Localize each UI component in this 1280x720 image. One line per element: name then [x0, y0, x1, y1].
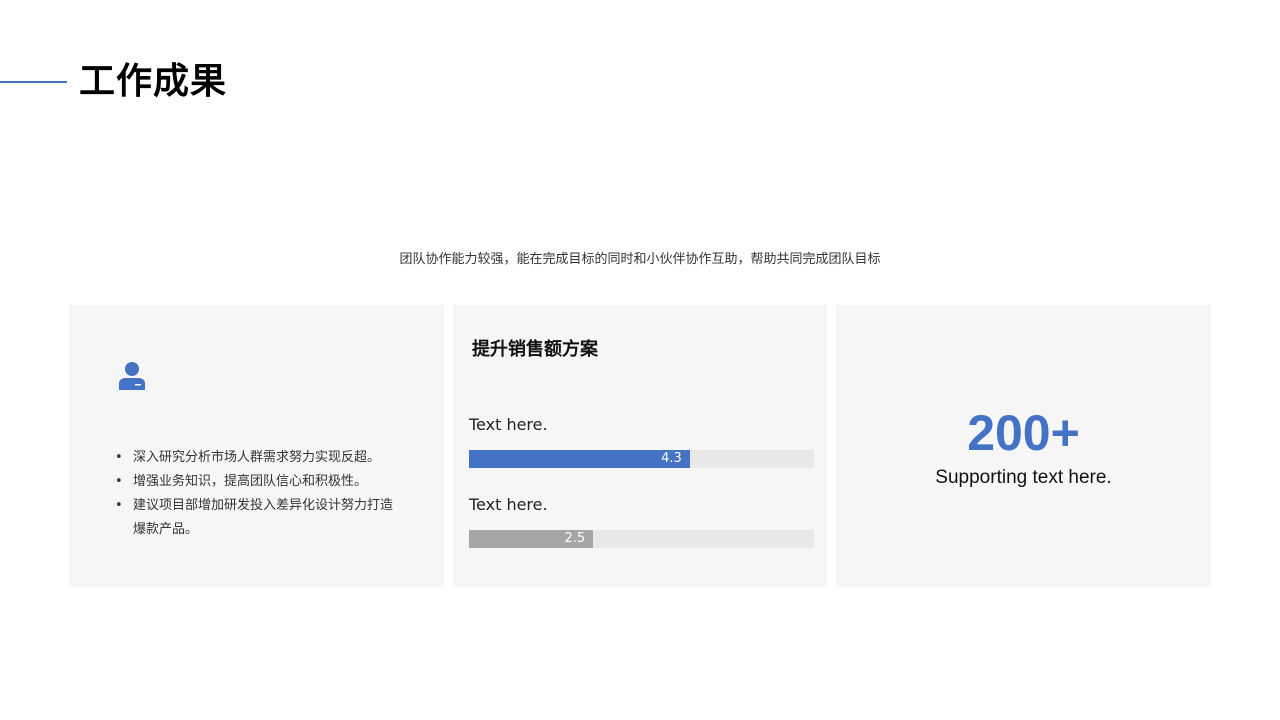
progress-value-2: 2.5	[564, 531, 586, 546]
list-item: 建议项目部增加研发投入差异化设计努力打造爆款产品。	[115, 494, 405, 542]
user-icon	[119, 362, 145, 390]
progress-fill-2: 2.5	[469, 530, 594, 548]
key-figure-supporting-text: Supporting text here.	[935, 467, 1112, 488]
key-figure-value: 200+	[967, 405, 1080, 461]
progress-track-2: 2.5	[469, 530, 814, 548]
list-item: 增强业务知识，提高团队信心和积极性。	[115, 470, 405, 494]
progress-track-1: 4.3	[469, 450, 814, 468]
highlights-list: 深入研究分析市场人群需求努力实现反超。 增强业务知识，提高团队信心和积极性。 建…	[115, 446, 405, 542]
page-subtitle: 团队协作能力较强，能在完成目标的同时和小伙伴协作互助，帮助共同完成团队目标	[399, 252, 881, 267]
card-highlights: 深入研究分析市场人群需求努力实现反超。 增强业务知识，提高团队信心和积极性。 建…	[69, 305, 444, 587]
progress-fill-1: 4.3	[469, 450, 690, 468]
metric-label-2: Text here.	[469, 495, 548, 514]
progress-value-1: 4.3	[661, 451, 682, 466]
list-item: 深入研究分析市场人群需求努力实现反超。	[115, 446, 405, 470]
metric-label-1: Text here.	[469, 415, 548, 434]
title-accent-line	[0, 81, 67, 83]
card-key-figure: 200+ Supporting text here.	[836, 305, 1211, 587]
card-title: 提升销售额方案	[472, 339, 598, 360]
page-title: 工作成果	[79, 61, 228, 102]
card-sales-plan: 提升销售额方案 Text here. 4.3 Text here. 2.5	[453, 305, 827, 587]
